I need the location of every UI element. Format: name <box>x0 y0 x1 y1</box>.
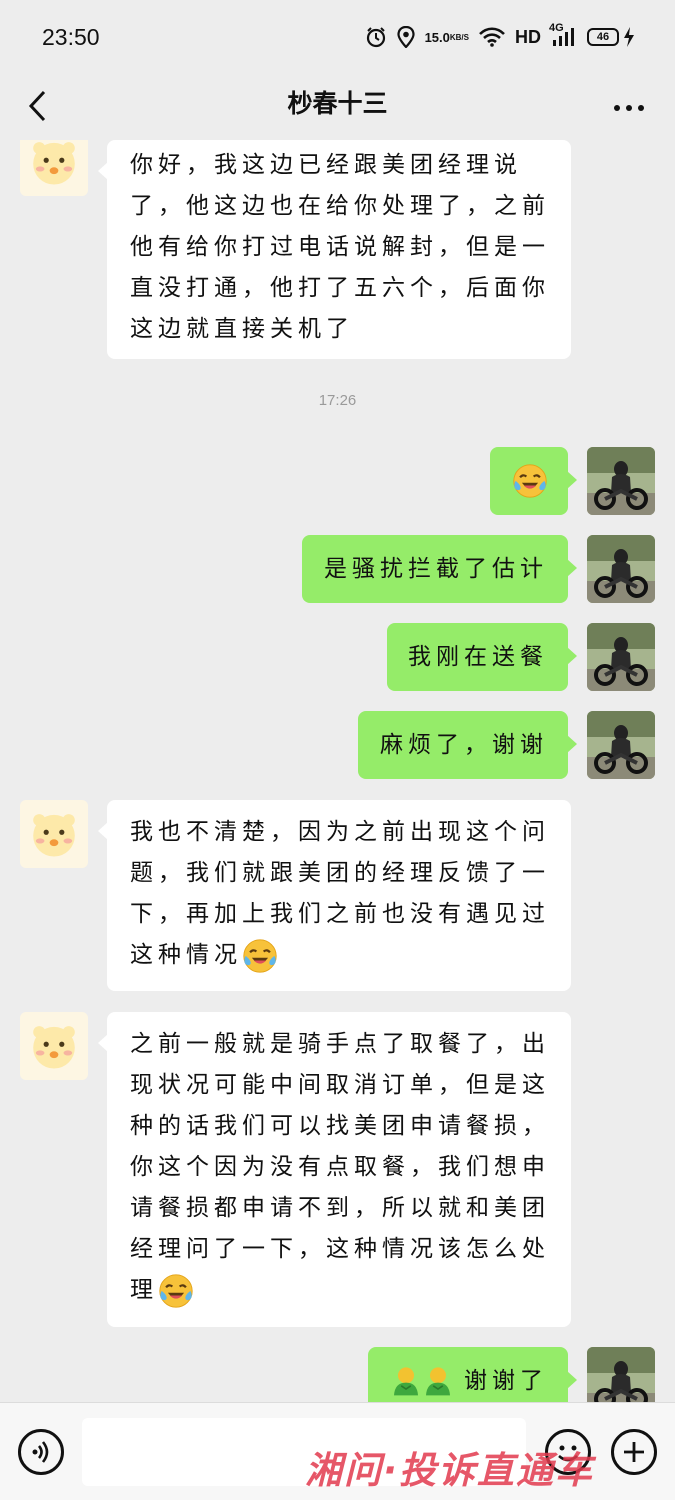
nav-bar: 杪春十三 <box>0 80 675 140</box>
bowing-person-emoji <box>422 1365 454 1397</box>
voice-icon <box>32 1441 49 1463</box>
crying-laughing-emoji <box>158 1273 194 1309</box>
network-type: 4G <box>549 22 564 34</box>
message-bubble-outgoing[interactable]: 是骚扰拦截了估计 <box>302 535 577 603</box>
battery-icon: 46 <box>587 28 619 46</box>
charging-icon <box>623 27 635 47</box>
net-speed: 15.0 KB/S <box>425 31 469 44</box>
plus-icon <box>624 1442 644 1462</box>
plus-button[interactable] <box>611 1429 657 1475</box>
crying-laughing-emoji <box>242 938 278 974</box>
message-text: 谢谢了 <box>464 1367 548 1394</box>
contact-avatar[interactable] <box>20 1012 88 1080</box>
message-text: 之前一般就是骑手点了取餐了，出现状况可能中间取消订单，但是这种的话我们可以找美团… <box>130 1031 550 1303</box>
more-button[interactable] <box>609 88 649 128</box>
message-bubble-incoming[interactable]: 我也不清楚，因为之前出现这个问题，我们就跟美团的经理反馈了一下，再加上我们之前也… <box>98 800 571 991</box>
contact-avatar[interactable] <box>20 800 88 868</box>
wifi-icon <box>479 27 505 47</box>
watermark: 湘问·投诉直通车 <box>305 1449 595 1492</box>
chat-title: 杪春十三 <box>287 89 388 118</box>
contact-avatar[interactable] <box>20 140 88 196</box>
message-bubble-outgoing[interactable]: 谢谢了 <box>368 1347 577 1402</box>
crying-laughing-emoji <box>512 463 548 499</box>
message-text: 麻烦了，谢谢 <box>380 731 548 758</box>
net-speed-unit: KB/S <box>449 32 469 42</box>
self-avatar[interactable] <box>587 711 655 779</box>
message-text: 我也不清楚，因为之前出现这个问题，我们就跟美团的经理反馈了一下，再加上我们之前也… <box>130 819 550 968</box>
net-speed-value: 15.0 <box>424 29 450 45</box>
message-bubble-incoming[interactable]: 之前一般就是骑手点了取餐了，出现状况可能中间取消订单，但是这种的话我们可以找美团… <box>98 1012 571 1327</box>
message-text: 你好，我这边已经跟美团经理说了，他这边也在给你处理了，之前他有给你打过电话说解封… <box>130 152 550 342</box>
self-avatar[interactable] <box>587 623 655 691</box>
more-dots-icon <box>614 105 644 111</box>
status-time: 23:50 <box>42 24 100 50</box>
self-avatar[interactable] <box>587 535 655 603</box>
location-icon <box>396 26 415 48</box>
alarm-icon <box>365 26 387 48</box>
message-bubble-outgoing[interactable]: 我刚在送餐 <box>387 623 577 691</box>
chat-area[interactable]: 你好，我这边已经跟美团经理说了，他这边也在给你处理了，之前他有给你打过电话说解封… <box>0 140 675 1402</box>
self-avatar[interactable] <box>587 1347 655 1402</box>
bowing-person-emoji <box>390 1365 422 1397</box>
message-bubble-incoming[interactable]: 你好，我这边已经跟美团经理说了，他这边也在给你处理了，之前他有给你打过电话说解封… <box>98 140 571 359</box>
self-avatar[interactable] <box>587 447 655 515</box>
message-text: 我刚在送餐 <box>408 643 548 670</box>
status-bar: 23:50 15.0 KB/S HD 4G 46 <box>0 0 675 80</box>
signal-icon: 4G <box>549 22 577 47</box>
status-icons: 15.0 KB/S HD 4G 46 <box>365 22 635 48</box>
message-bubble-outgoing[interactable] <box>490 447 577 515</box>
voice-button[interactable] <box>18 1429 64 1475</box>
message-timestamp: 17:26 <box>318 392 357 409</box>
message-bubble-outgoing[interactable]: 麻烦了，谢谢 <box>358 711 577 779</box>
message-text: 是骚扰拦截了估计 <box>324 555 548 582</box>
hd-label: HD <box>515 26 541 47</box>
